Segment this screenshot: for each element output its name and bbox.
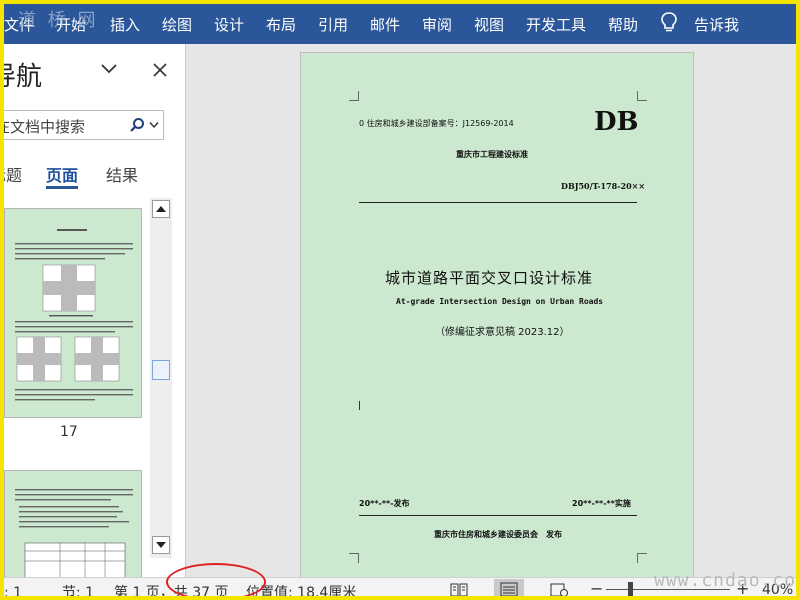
print-layout-icon	[500, 582, 518, 597]
chevron-down-icon[interactable]	[149, 121, 159, 129]
site-watermark: www.cndao.com	[654, 570, 800, 591]
tab-references[interactable]: 引用	[318, 14, 348, 35]
search-icon[interactable]	[129, 117, 145, 133]
scroll-up-button[interactable]	[152, 200, 170, 218]
publish-date: 20**-**-发布	[359, 499, 410, 508]
page-thumbnail[interactable]	[4, 208, 142, 418]
db-mark: DB	[594, 107, 639, 137]
crop-mark	[637, 553, 647, 563]
nav-tab-pages[interactable]: 页面	[46, 162, 78, 186]
standard-series: 重庆市工程建设标准	[456, 150, 528, 159]
zoom-out-button[interactable]: −	[590, 579, 603, 598]
scrollbar-thumb[interactable]	[152, 360, 170, 380]
standard-code: DBJ50/T-178-20××	[561, 181, 646, 191]
text-cursor	[359, 401, 360, 410]
tab-mailings[interactable]: 邮件	[370, 14, 400, 35]
crop-mark	[349, 553, 359, 563]
tab-developer[interactable]: 开发工具	[526, 14, 586, 35]
status-page[interactable]: 页面: 1	[0, 582, 22, 600]
divider	[359, 202, 637, 203]
print-layout-button[interactable]	[494, 579, 524, 600]
triangle-up-icon	[156, 206, 166, 212]
tab-layout[interactable]: 布局	[266, 14, 296, 35]
document-page[interactable]: 0 住房和城乡建设部备案号：J12569-2014 DB 重庆市工程建设标准 D…	[300, 52, 694, 592]
document-title-english: At-grade Intersection Design on Urban Ro…	[396, 297, 604, 306]
tab-view[interactable]: 视图	[474, 14, 504, 35]
scroll-down-button[interactable]	[152, 536, 170, 554]
tell-me-button[interactable]: 告诉我	[694, 14, 739, 35]
nav-tab-headings[interactable]: 标题	[4, 162, 22, 186]
tab-review[interactable]: 审阅	[422, 14, 452, 35]
zoom-slider-thumb[interactable]	[628, 582, 633, 596]
crop-mark	[349, 91, 359, 101]
ribbon: 文件 开始 插入 绘图 设计 布局 引用 邮件 审阅 视图 开发工具 帮助 告诉…	[0, 0, 800, 44]
tab-draw[interactable]: 绘图	[162, 14, 192, 35]
active-tab-indicator	[46, 186, 78, 189]
page-number-label: 17	[60, 424, 78, 440]
page-thumbnail[interactable]	[4, 470, 142, 577]
navigation-pane: 导航 在文档中搜索 标题 页面 结果	[4, 44, 186, 577]
tab-insert[interactable]: 插入	[110, 14, 140, 35]
crop-mark	[637, 91, 647, 101]
lightbulb-icon[interactable]	[660, 12, 678, 34]
site-watermark: 道 桥 网	[18, 10, 99, 31]
search-input[interactable]: 在文档中搜索	[4, 110, 164, 140]
document-area[interactable]: 0 住房和城乡建设部备案号：J12569-2014 DB 重庆市工程建设标准 D…	[187, 44, 796, 592]
divider	[359, 515, 637, 516]
document-title: 城市道路平面交叉口设计标准	[385, 269, 594, 287]
web-layout-icon[interactable]	[550, 583, 568, 597]
chevron-down-icon[interactable]	[100, 62, 118, 76]
implement-date: 20**-**-**实施	[572, 499, 631, 508]
triangle-down-icon	[156, 542, 166, 548]
status-section[interactable]: 节: 1	[62, 582, 94, 600]
nav-tab-results[interactable]: 结果	[106, 162, 138, 186]
draft-note: （修编征求意见稿 2023.12）	[435, 327, 570, 338]
issuer: 重庆市住房和城乡建设委员会 发布	[434, 530, 562, 539]
close-icon[interactable]	[152, 62, 168, 78]
nav-pane-title: 导航	[4, 62, 43, 92]
read-mode-icon[interactable]	[450, 583, 468, 597]
tab-help[interactable]: 帮助	[608, 14, 638, 35]
highlight-ellipse	[166, 563, 266, 600]
tab-design[interactable]: 设计	[214, 14, 244, 35]
record-number: 0 住房和城乡建设部备案号：J12569-2014	[359, 119, 514, 128]
thumbnail-preview	[15, 489, 133, 577]
search-placeholder: 在文档中搜索	[4, 118, 86, 136]
thumbnail-preview	[15, 229, 133, 401]
